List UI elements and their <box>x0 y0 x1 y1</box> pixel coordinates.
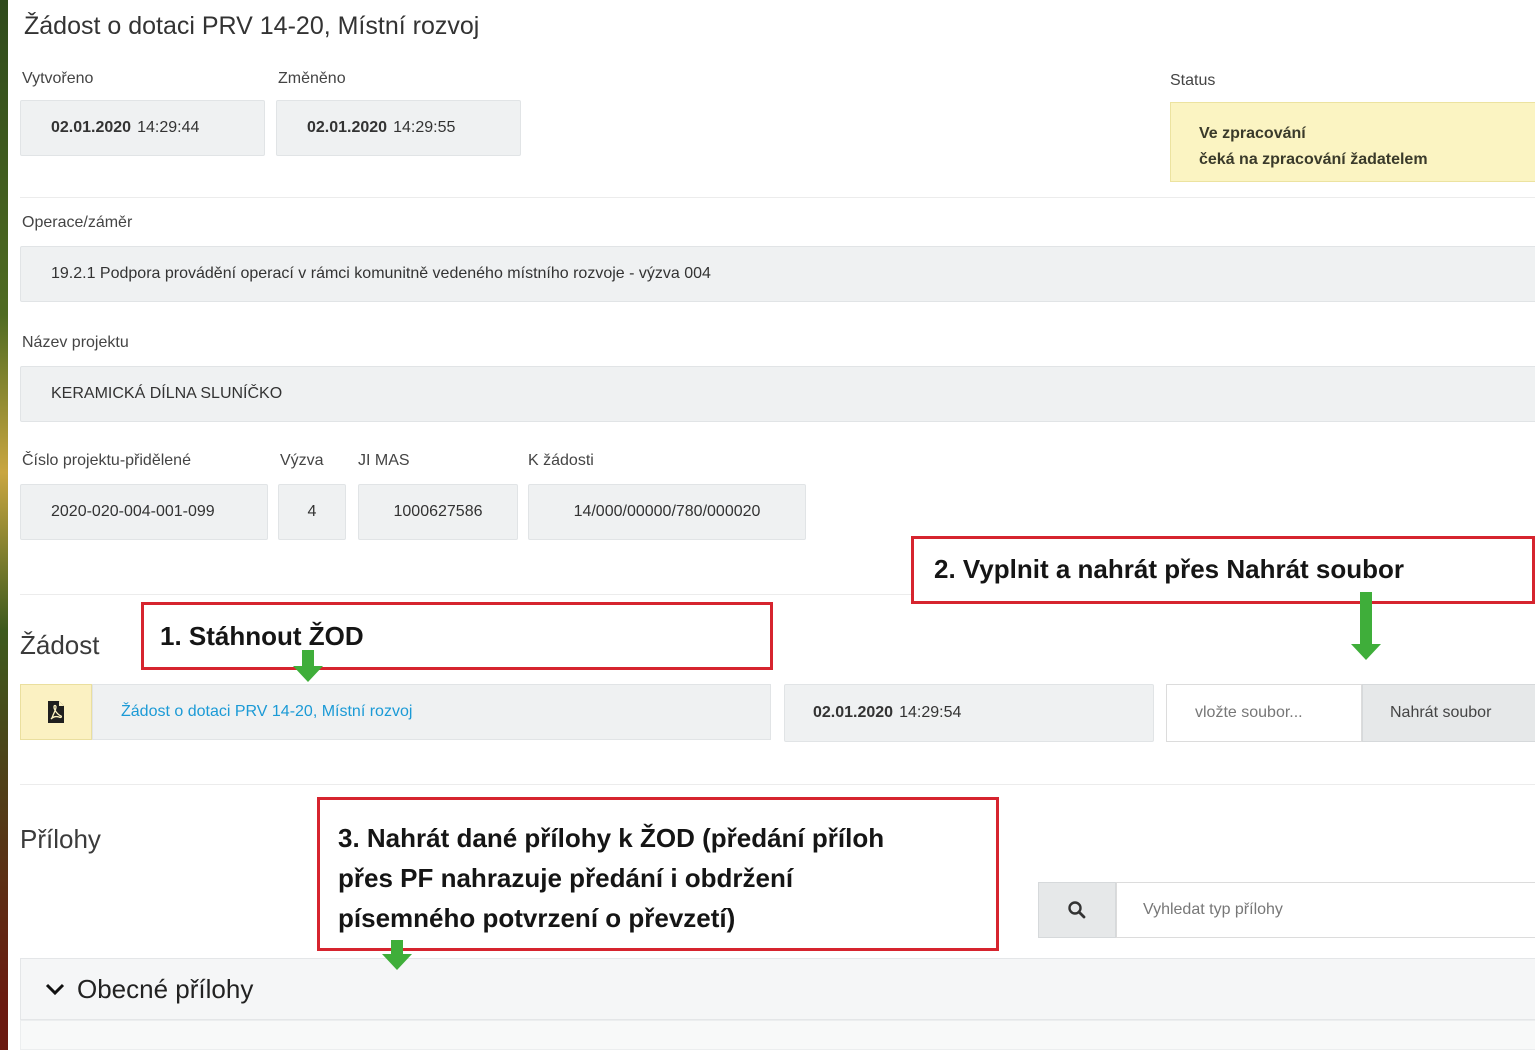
general-attachments-accordion[interactable]: Obecné přílohy <box>20 958 1535 1020</box>
background-window-edge <box>0 0 8 1050</box>
call-field: 4 <box>278 484 346 540</box>
general-attachments-body <box>20 1020 1535 1050</box>
status-badge: Ve zpracování čeká na zpracování žadatel… <box>1170 102 1535 182</box>
changed-time: 14:29:55 <box>393 119 456 136</box>
created-field: 02.01.2020 14:29:44 <box>20 100 265 156</box>
created-time: 14:29:44 <box>137 119 200 136</box>
file-select-input[interactable]: vložte soubor... <box>1166 684 1362 742</box>
operation-label: Operace/záměr <box>22 214 133 231</box>
changed-field: 02.01.2020 14:29:55 <box>276 100 521 156</box>
project-number-label: Číslo projektu-přidělené <box>22 452 191 469</box>
annotation-step-2: 2. Vyplnit a nahrát přes Nahrát soubor <box>911 536 1535 604</box>
application-form-page: Žádost o dotaci PRV 14-20, Místní rozvoj… <box>8 0 1535 1050</box>
ji-mas-field: 1000627586 <box>358 484 518 540</box>
status-label: Status <box>1170 72 1216 89</box>
project-name-field: KERAMICKÁ DÍLNA SLUNÍČKO <box>20 366 1535 422</box>
search-button[interactable] <box>1038 882 1116 938</box>
changed-label: Změněno <box>278 70 346 87</box>
annotation-step-3-line-2: přes PF nahrazuje předání i obdržení <box>338 863 794 893</box>
call-label: Výzva <box>280 452 324 469</box>
general-attachments-label: Obecné přílohy <box>77 973 254 1004</box>
annotation-step-3-line-3: písemného potvrzení o převzetí) <box>338 903 736 933</box>
divider <box>20 784 1535 785</box>
divider <box>20 197 1535 198</box>
page-title: Žádost o dotaci PRV 14-20, Místní rozvoj <box>24 12 480 40</box>
annotation-step-3: 3. Nahrát dané přílohy k ŽOD (předání př… <box>317 797 999 951</box>
request-date-field: 02.01.2020 14:29:54 <box>784 684 1154 742</box>
chevron-down-icon <box>45 983 65 996</box>
created-label: Vytvořeno <box>22 70 94 87</box>
request-section-title: Žádost <box>20 630 100 660</box>
request-ref-label: K žádosti <box>528 452 594 469</box>
ji-mas-label: JI MAS <box>358 452 410 469</box>
project-name-label: Název projektu <box>22 334 129 351</box>
request-document-link[interactable]: Žádost o dotaci PRV 14-20, Místní rozvoj <box>92 684 771 740</box>
request-ref-field: 14/000/00000/780/000020 <box>528 484 806 540</box>
annotation-step-1-text: 1. Stáhnout ŽOD <box>160 621 364 651</box>
project-number-field: 2020-020-004-001-099 <box>20 484 268 540</box>
upload-file-button[interactable]: Nahrát soubor <box>1362 684 1535 742</box>
attachment-type-search-input[interactable]: Vyhledat typ přílohy <box>1116 882 1535 938</box>
request-time: 14:29:54 <box>899 704 962 721</box>
annotation-step-2-text: 2. Vyplnit a nahrát přes Nahrát soubor <box>934 554 1405 584</box>
pdf-file-cell <box>20 684 92 740</box>
search-icon <box>1068 901 1086 919</box>
request-date: 02.01.2020 <box>813 704 894 721</box>
status-state: Ve zpracování <box>1199 125 1306 142</box>
attachments-section-title: Přílohy <box>20 824 101 854</box>
created-date: 02.01.2020 <box>51 119 132 136</box>
annotation-step-1: 1. Stáhnout ŽOD <box>141 602 773 670</box>
operation-field: 19.2.1 Podpora provádění operací v rámci… <box>20 246 1535 302</box>
status-detail: čeká na zpracování žadatelem <box>1199 151 1428 168</box>
changed-date: 02.01.2020 <box>307 119 388 136</box>
pdf-file-icon <box>48 701 64 723</box>
annotation-step-3-line-1: 3. Nahrát dané přílohy k ŽOD (předání př… <box>338 823 885 853</box>
